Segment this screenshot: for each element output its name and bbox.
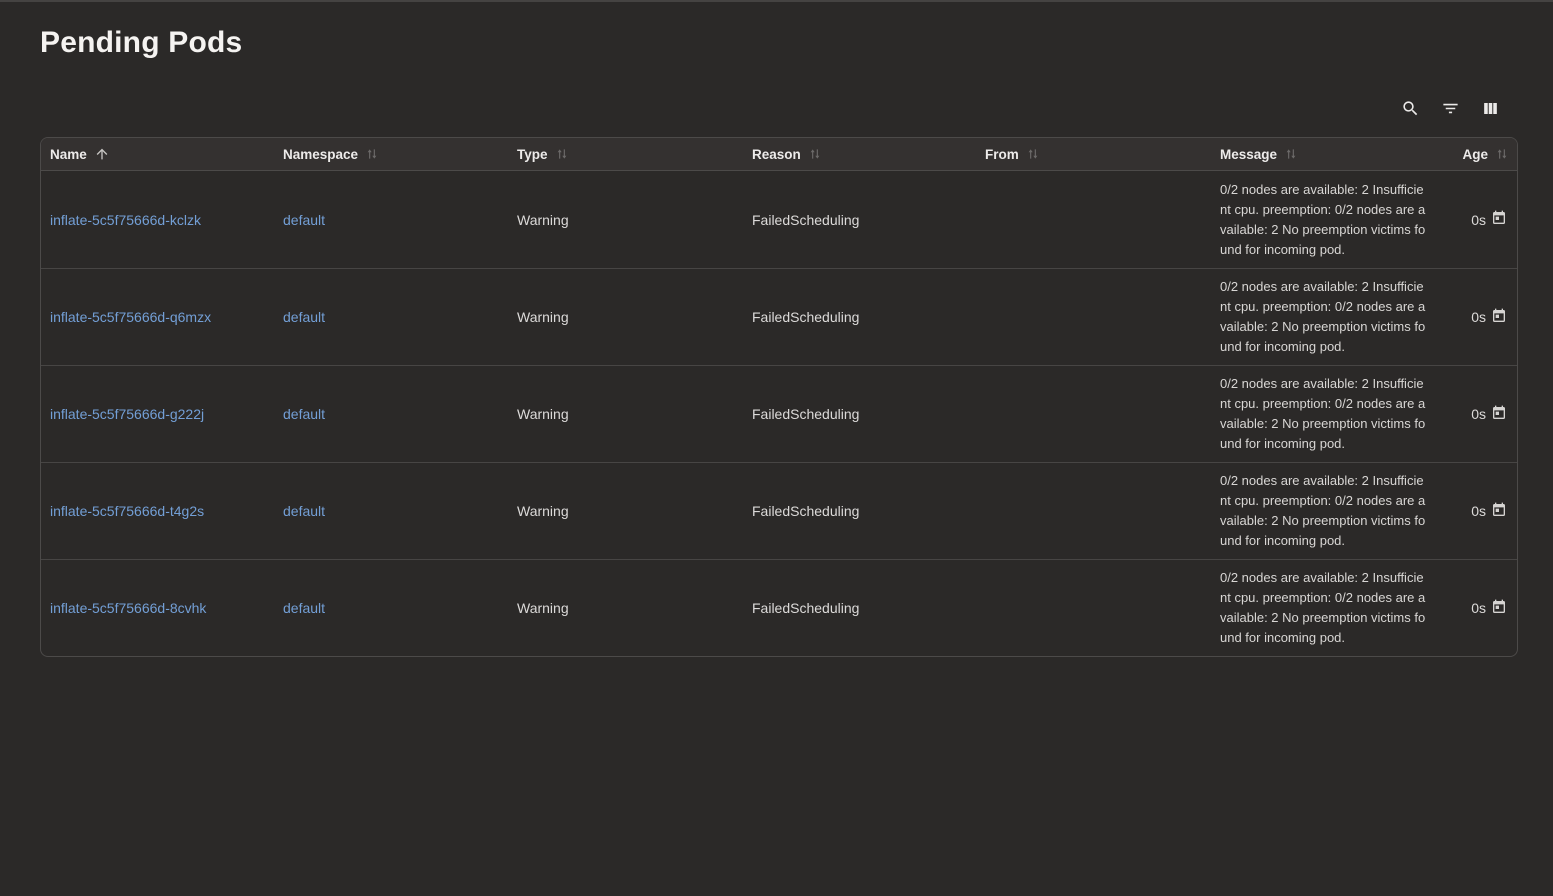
pending-pods-table: Name Namespace Type Reason [40,137,1518,657]
namespace-link[interactable]: default [283,406,325,422]
cell-name: inflate-5c5f75666d-g222j [41,366,274,462]
cell-namespace: default [274,366,508,462]
pod-link[interactable]: inflate-5c5f75666d-q6mzx [50,309,211,325]
cell-reason: FailedScheduling [743,269,976,365]
cell-from [976,269,1211,365]
namespace-link[interactable]: default [283,503,325,519]
sort-ascending-icon [94,146,110,162]
filter-button[interactable] [1440,98,1460,118]
cell-namespace: default [274,171,508,268]
cell-reason: FailedScheduling [743,560,976,656]
cell-from [976,463,1211,559]
pod-link[interactable]: inflate-5c5f75666d-g222j [50,406,204,422]
page-title: Pending Pods [40,24,1518,62]
column-header-type[interactable]: Type [508,138,743,170]
table-body: inflate-5c5f75666d-kclzk default Warning… [41,171,1517,656]
filter-icon [1441,99,1460,118]
cell-namespace: default [274,269,508,365]
calendar-icon [1491,210,1507,229]
sort-both-icon [1284,147,1298,161]
cell-name: inflate-5c5f75666d-8cvhk [41,560,274,656]
column-label: Message [1220,147,1277,162]
namespace-link[interactable]: default [283,600,325,616]
table-row: inflate-5c5f75666d-t4g2s default Warning… [41,462,1517,559]
column-label: From [985,147,1019,162]
age-value: 0s [1471,309,1486,325]
column-header-from[interactable]: From [976,138,1211,170]
namespace-link[interactable]: default [283,309,325,325]
top-divider [0,0,1553,2]
cell-age: 0s [1440,171,1517,268]
cell-message: 0/2 nodes are available: 2 Insufficient … [1211,463,1440,559]
cell-namespace: default [274,560,508,656]
cell-reason: FailedScheduling [743,463,976,559]
sort-both-icon [808,147,822,161]
pod-link[interactable]: inflate-5c5f75666d-8cvhk [50,600,206,616]
table-row: inflate-5c5f75666d-q6mzx default Warning… [41,268,1517,365]
age-value: 0s [1471,503,1486,519]
column-label: Type [517,147,548,162]
table-row: inflate-5c5f75666d-g222j default Warning… [41,365,1517,462]
cell-type: Warning [508,366,743,462]
cell-namespace: default [274,463,508,559]
cell-message: 0/2 nodes are available: 2 Insufficient … [1211,366,1440,462]
cell-age: 0s [1440,560,1517,656]
calendar-icon [1491,502,1507,521]
column-header-age[interactable]: Age [1440,138,1517,170]
pod-link[interactable]: inflate-5c5f75666d-kclzk [50,212,201,228]
column-label: Namespace [283,147,358,162]
pod-link[interactable]: inflate-5c5f75666d-t4g2s [50,503,204,519]
age-value: 0s [1471,406,1486,422]
column-header-message[interactable]: Message [1211,138,1440,170]
cell-name: inflate-5c5f75666d-t4g2s [41,463,274,559]
cell-from [976,560,1211,656]
cell-message: 0/2 nodes are available: 2 Insufficient … [1211,171,1440,268]
cell-message: 0/2 nodes are available: 2 Insufficient … [1211,560,1440,656]
cell-from [976,366,1211,462]
cell-reason: FailedScheduling [743,171,976,268]
calendar-icon [1491,405,1507,424]
sort-both-icon [555,147,569,161]
sort-both-icon [1495,147,1509,161]
cell-age: 0s [1440,366,1517,462]
search-icon [1401,99,1420,118]
pending-pods-page: Pending Pods Name N [0,24,1553,657]
cell-age: 0s [1440,269,1517,365]
columns-button[interactable] [1480,98,1500,118]
cell-from [976,171,1211,268]
cell-reason: FailedScheduling [743,366,976,462]
column-label: Age [1462,147,1488,162]
age-value: 0s [1471,600,1486,616]
sort-both-icon [1026,147,1040,161]
cell-type: Warning [508,171,743,268]
cell-name: inflate-5c5f75666d-q6mzx [41,269,274,365]
cell-type: Warning [508,269,743,365]
table-header-row: Name Namespace Type Reason [41,138,1517,171]
column-label: Name [50,147,87,162]
calendar-icon [1491,599,1507,618]
sort-both-icon [365,147,379,161]
search-button[interactable] [1400,98,1420,118]
cell-message: 0/2 nodes are available: 2 Insufficient … [1211,269,1440,365]
cell-type: Warning [508,463,743,559]
column-header-reason[interactable]: Reason [743,138,976,170]
column-header-namespace[interactable]: Namespace [274,138,508,170]
cell-type: Warning [508,560,743,656]
column-label: Reason [752,147,801,162]
age-value: 0s [1471,212,1486,228]
namespace-link[interactable]: default [283,212,325,228]
table-toolbar [40,98,1500,118]
calendar-icon [1491,308,1507,327]
table-row: inflate-5c5f75666d-kclzk default Warning… [41,171,1517,268]
cell-age: 0s [1440,463,1517,559]
cell-name: inflate-5c5f75666d-kclzk [41,171,274,268]
table-row: inflate-5c5f75666d-8cvhk default Warning… [41,559,1517,656]
columns-icon [1481,99,1500,118]
column-header-name[interactable]: Name [41,138,274,170]
